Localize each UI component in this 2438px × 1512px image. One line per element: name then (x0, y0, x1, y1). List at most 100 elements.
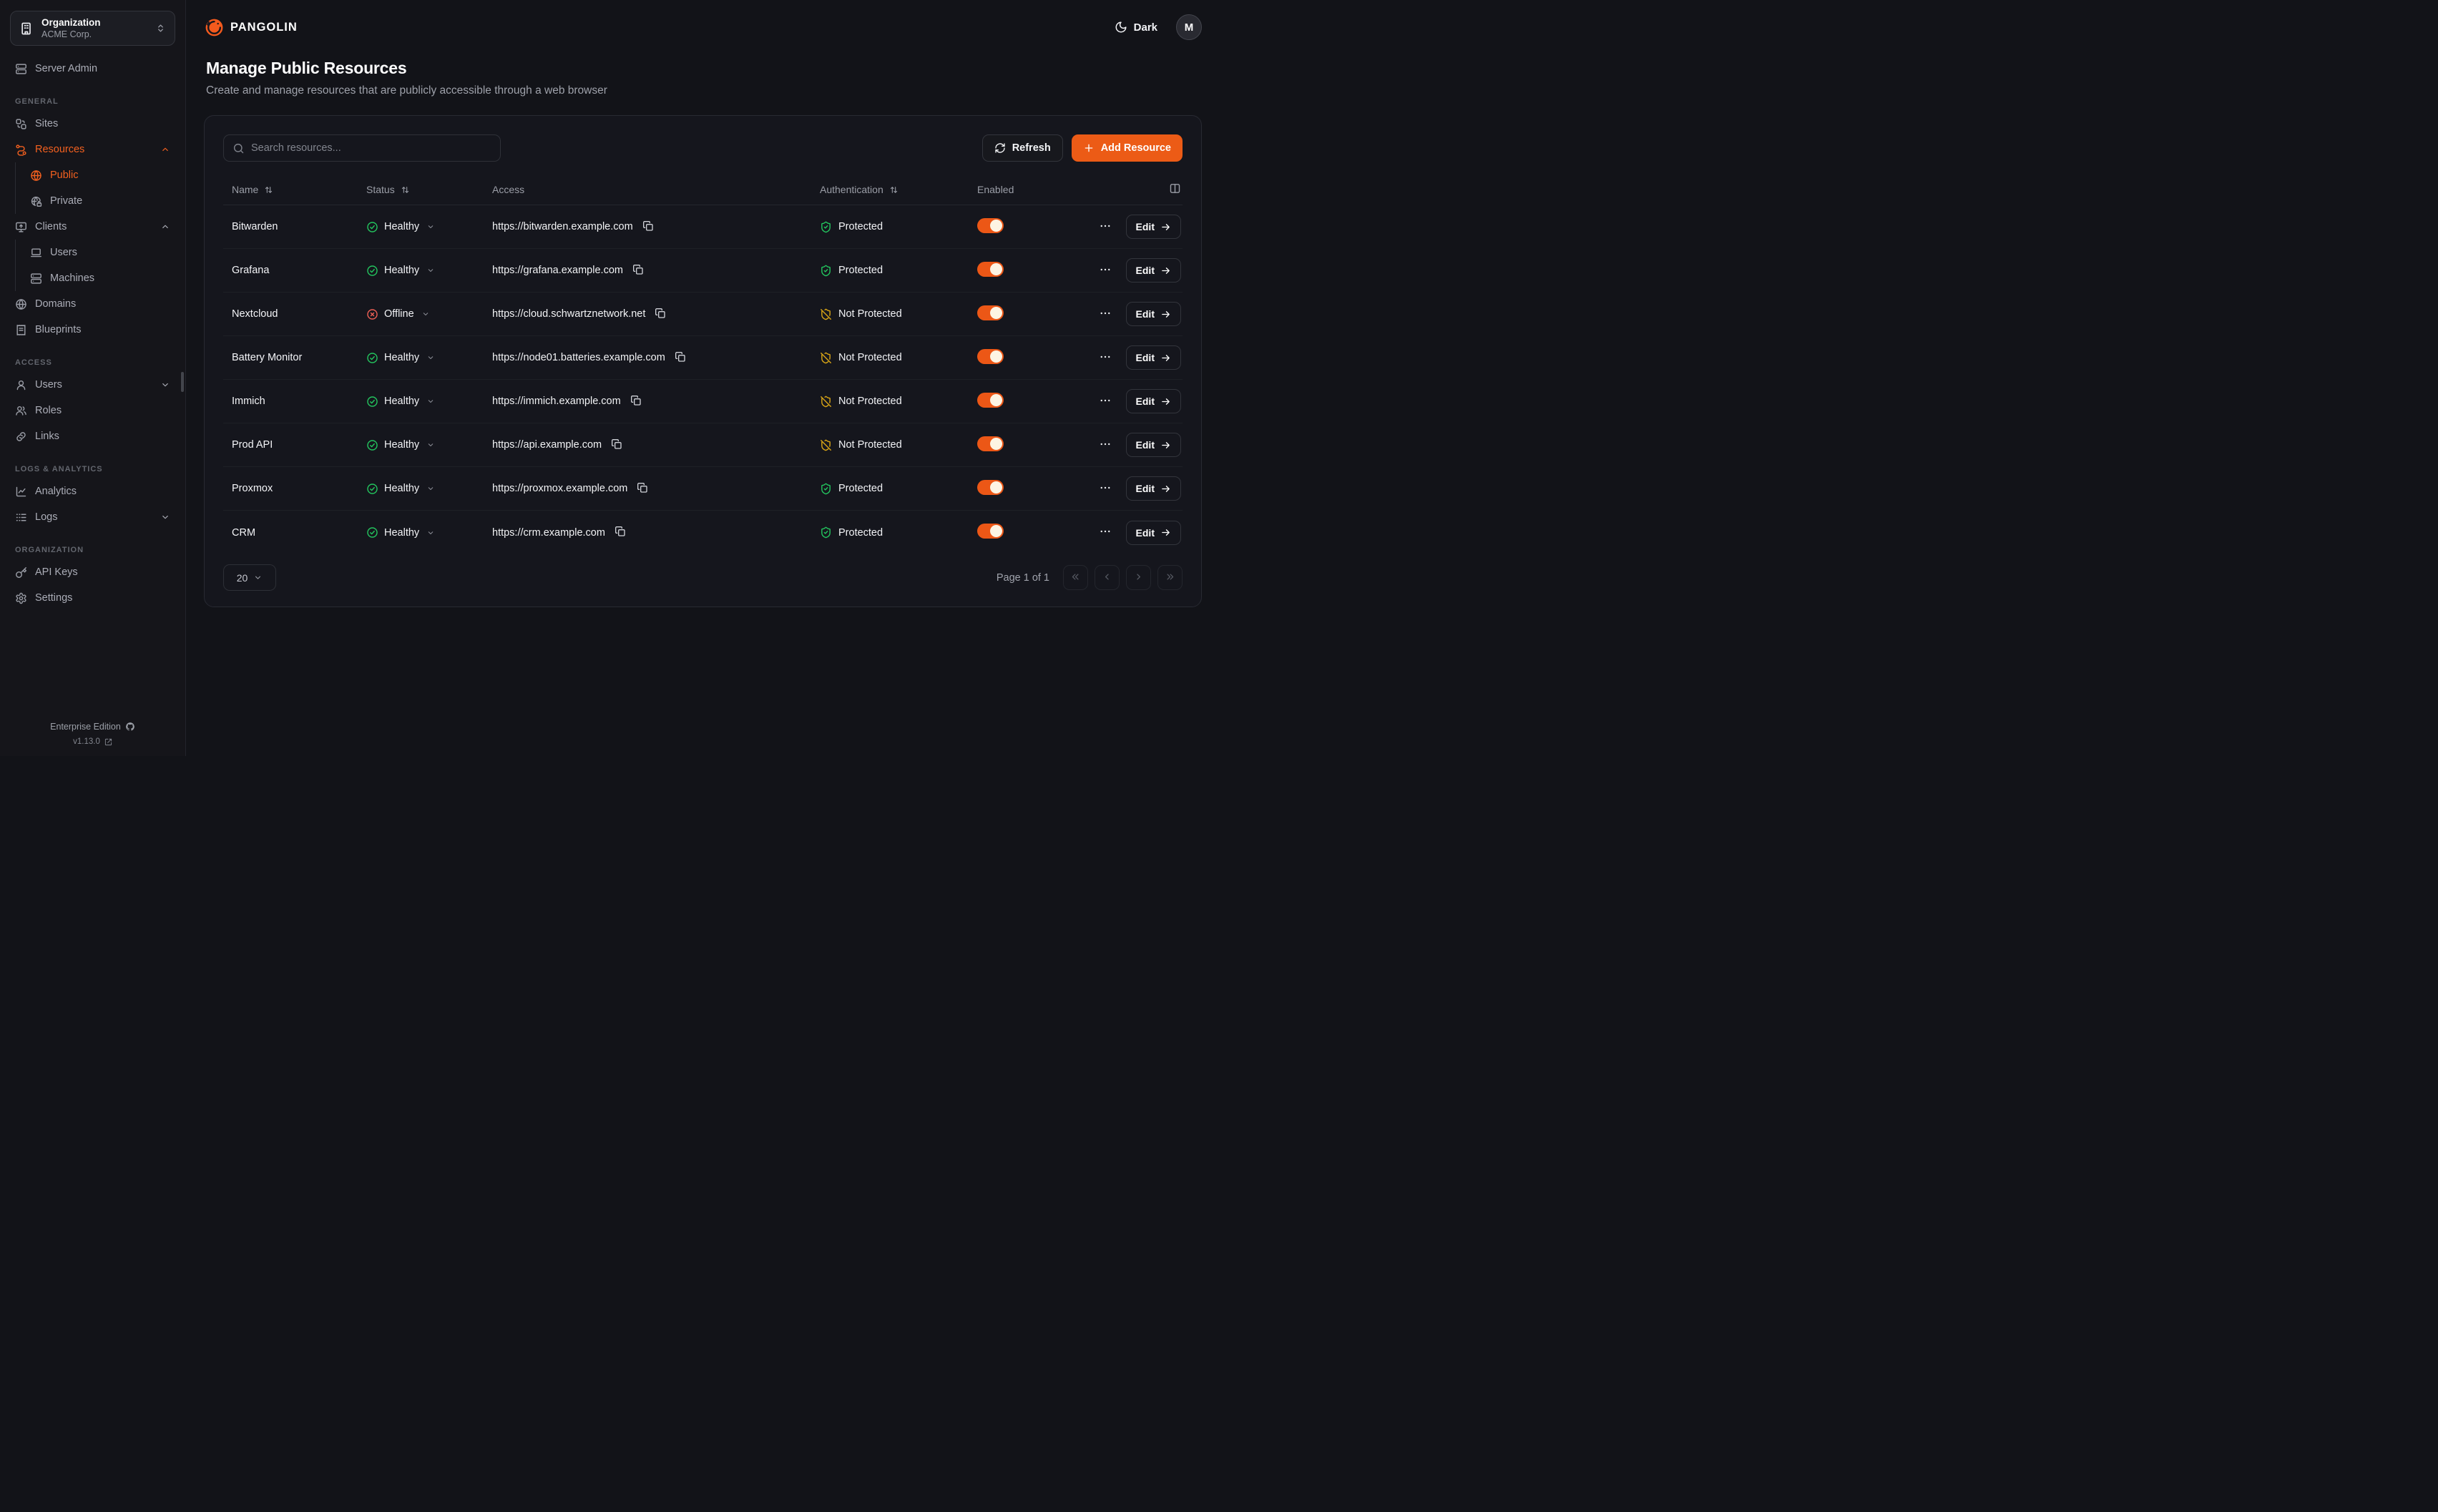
sidebar-item-sites[interactable]: Sites (9, 111, 177, 137)
theme-toggle-button[interactable]: Dark (1115, 21, 1157, 34)
users-icon (30, 247, 42, 259)
column-settings-button[interactable] (1167, 181, 1183, 198)
chevron-down-icon (253, 573, 263, 582)
edition-link[interactable]: Enterprise Edition (0, 722, 185, 732)
sidebar-sublist: PublicPrivate (15, 162, 177, 214)
status-badge[interactable]: Healthy (366, 221, 435, 233)
resource-name: Proxmox (223, 483, 366, 494)
clients-icon (15, 221, 27, 233)
row-menu-button[interactable] (1097, 349, 1113, 367)
resources-icon (15, 144, 27, 156)
sort-icon (264, 185, 273, 195)
prev-page-button[interactable] (1095, 565, 1120, 590)
org-selector[interactable]: Organization ACME Corp. (10, 11, 175, 46)
version-link[interactable]: v1.13.0 (0, 737, 185, 746)
enabled-toggle[interactable] (977, 305, 1004, 320)
row-menu-button[interactable] (1097, 218, 1113, 236)
chevron-left-icon (1102, 571, 1112, 584)
edit-button[interactable]: Edit (1126, 215, 1181, 239)
edit-button[interactable]: Edit (1126, 389, 1181, 413)
sidebar-item-users[interactable]: Users (16, 240, 177, 265)
sort-icon (889, 185, 899, 195)
sidebar-item-logs[interactable]: Logs (9, 504, 177, 530)
copy-url-button[interactable] (637, 482, 648, 496)
sidebar-item-machines[interactable]: Machines (16, 265, 177, 291)
sidebar-item-resources[interactable]: Resources (9, 137, 177, 162)
brand[interactable]: PANGOLIN (205, 18, 298, 37)
last-page-button[interactable] (1157, 565, 1183, 590)
table-row: CRM Healthy https://crm.example.com Prot… (223, 511, 1183, 554)
machines-icon (30, 273, 42, 285)
status-badge[interactable]: Healthy (366, 352, 435, 364)
sidebar-item-api-keys[interactable]: API Keys (9, 559, 177, 585)
status-badge[interactable]: Healthy (366, 265, 435, 277)
ellipsis-icon (1099, 307, 1112, 322)
status-icon (366, 352, 378, 364)
analytics-icon (15, 486, 27, 498)
next-page-button[interactable] (1126, 565, 1151, 590)
row-menu-button[interactable] (1097, 305, 1113, 323)
sidebar-item-roles[interactable]: Roles (9, 398, 177, 423)
sidebar-item-label: Settings (35, 592, 72, 604)
copy-url-button[interactable] (630, 395, 642, 408)
edit-button[interactable]: Edit (1126, 521, 1181, 545)
chevron-down-icon (160, 512, 170, 522)
sidebar-item-domains[interactable]: Domains (9, 291, 177, 317)
enabled-toggle[interactable] (977, 262, 1004, 277)
sidebar-item-server-admin[interactable]: Server Admin (9, 56, 177, 82)
edit-button[interactable]: Edit (1126, 258, 1181, 283)
status-badge[interactable]: Healthy (366, 483, 435, 495)
sidebar-item-analytics[interactable]: Analytics (9, 478, 177, 504)
sidebar-item-blueprints[interactable]: Blueprints (9, 317, 177, 343)
sidebar-item-settings[interactable]: Settings (9, 585, 177, 611)
first-page-button[interactable] (1063, 565, 1088, 590)
status-icon (366, 308, 378, 320)
column-header-name[interactable]: Name (223, 184, 366, 195)
chevron-down-icon (426, 266, 435, 275)
enabled-toggle[interactable] (977, 524, 1004, 539)
enabled-toggle[interactable] (977, 218, 1004, 233)
sidebar-item-links[interactable]: Links (9, 423, 177, 449)
copy-url-button[interactable] (615, 526, 626, 539)
copy-url-button[interactable] (611, 438, 622, 452)
status-badge[interactable]: Offline (366, 308, 430, 320)
row-menu-button[interactable] (1097, 480, 1113, 498)
chevron-down-icon (426, 353, 435, 362)
sidebar-item-users[interactable]: Users (9, 372, 177, 398)
resource-url: https://proxmox.example.com (492, 483, 627, 494)
enabled-toggle[interactable] (977, 349, 1004, 364)
row-menu-button[interactable] (1097, 262, 1113, 280)
resource-url: https://bitwarden.example.com (492, 221, 633, 232)
copy-url-button[interactable] (642, 220, 654, 234)
row-menu-button[interactable] (1097, 393, 1113, 411)
copy-url-button[interactable] (675, 351, 686, 365)
enabled-toggle[interactable] (977, 480, 1004, 495)
refresh-button[interactable]: Refresh (982, 134, 1063, 162)
avatar[interactable]: M (1176, 14, 1202, 40)
sidebar-item-public[interactable]: Public (16, 162, 177, 188)
edit-button[interactable]: Edit (1126, 476, 1181, 501)
sidebar-item-clients[interactable]: Clients (9, 214, 177, 240)
topbar: PANGOLIN Dark M (186, 0, 1219, 54)
add-resource-button[interactable]: Add Resource (1072, 134, 1183, 162)
page-size-select[interactable]: 20 (223, 564, 276, 591)
column-header-authentication[interactable]: Authentication (820, 184, 977, 195)
enabled-toggle[interactable] (977, 436, 1004, 451)
row-menu-button[interactable] (1097, 524, 1113, 541)
copy-url-button[interactable] (655, 308, 666, 321)
search-input[interactable] (251, 142, 491, 154)
enabled-toggle[interactable] (977, 393, 1004, 408)
sidebar-item-private[interactable]: Private (16, 188, 177, 214)
row-menu-button[interactable] (1097, 436, 1113, 454)
status-badge[interactable]: Healthy (366, 526, 435, 539)
page-title: Manage Public Resources (206, 59, 1199, 78)
search-box[interactable] (223, 134, 501, 162)
edit-button[interactable]: Edit (1126, 302, 1181, 326)
sidebar-scrollbar-thumb[interactable] (181, 372, 184, 392)
status-badge[interactable]: Healthy (366, 396, 435, 408)
status-badge[interactable]: Healthy (366, 439, 435, 451)
edit-button[interactable]: Edit (1126, 345, 1181, 370)
copy-url-button[interactable] (632, 264, 644, 278)
column-header-status[interactable]: Status (366, 184, 492, 195)
edit-button[interactable]: Edit (1126, 433, 1181, 457)
